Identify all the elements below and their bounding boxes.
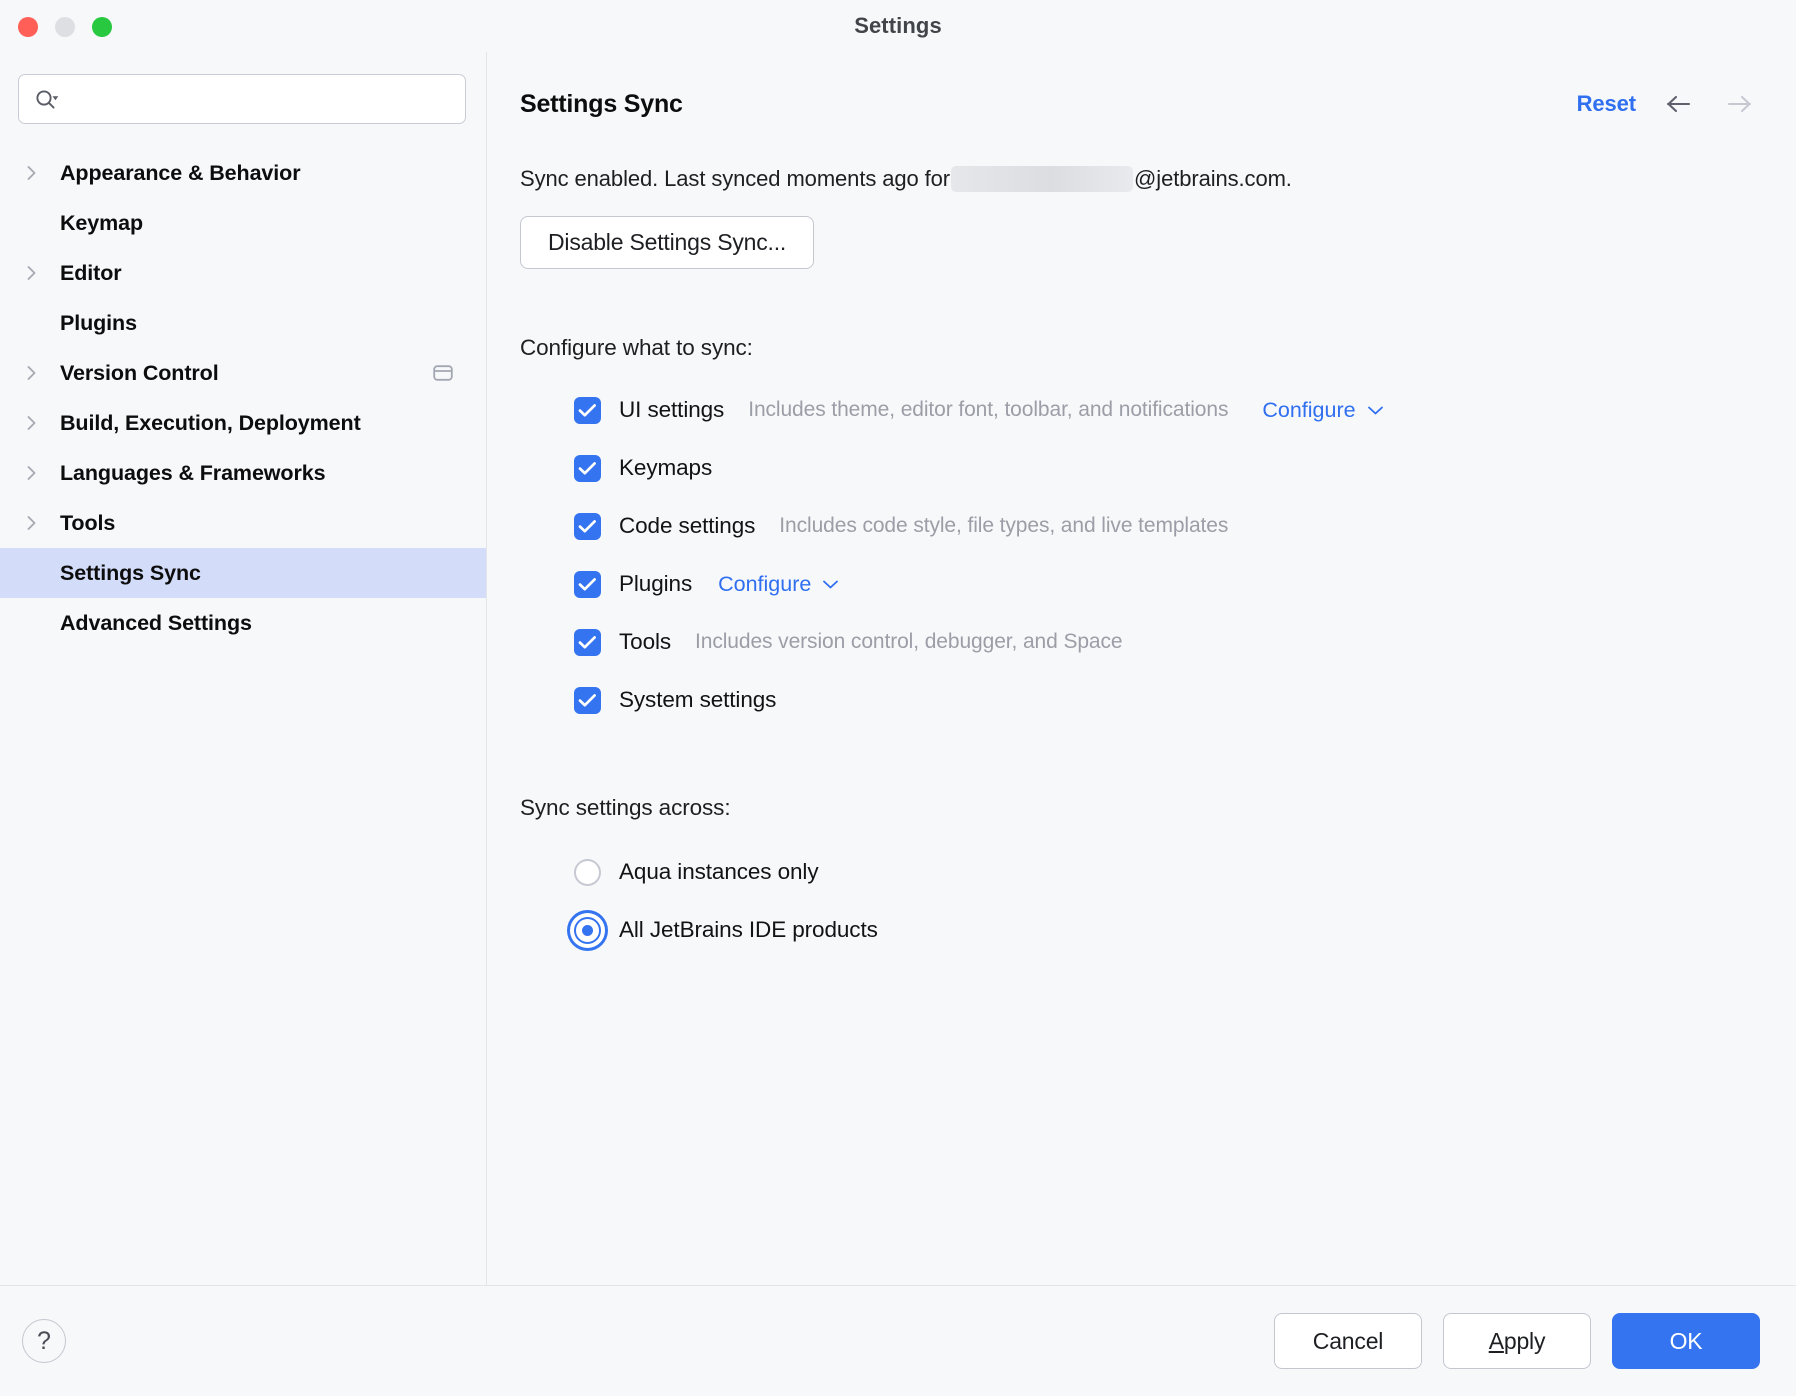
cancel-button[interactable]: Cancel — [1274, 1313, 1422, 1369]
sidebar-item-settings-sync[interactable]: Settings Sync — [0, 548, 486, 598]
back-arrow-icon[interactable] — [1662, 87, 1696, 121]
configure-link-label: Configure — [1262, 397, 1356, 422]
search-input[interactable] — [71, 75, 453, 123]
window-title: Settings — [854, 13, 942, 38]
configure-ui-settings-link[interactable]: Configure — [1262, 398, 1383, 423]
sync-item-label: Code settings — [619, 513, 756, 538]
search-box[interactable] — [18, 74, 466, 124]
reset-link[interactable]: Reset — [1577, 91, 1637, 117]
sidebar-item-appearance-behavior[interactable]: Appearance & Behavior — [0, 148, 486, 198]
settings-tree: Appearance & Behavior Keymap Editor Plug… — [0, 148, 486, 648]
sync-item-label: System settings — [619, 687, 777, 712]
radio-row-aqua-instances-only: Aqua instances only — [574, 843, 1756, 901]
radio-all-jetbrains-ide-products[interactable] — [574, 916, 601, 944]
sync-item-description: Includes code style, file types, and liv… — [779, 514, 1229, 537]
disable-settings-sync-button[interactable]: Disable Settings Sync... — [520, 216, 815, 269]
traffic-lights — [18, 17, 112, 37]
window-titlebar: Settings — [0, 0, 1796, 52]
sidebar-item-label: Keymap — [60, 210, 144, 235]
checkbox-code-settings[interactable] — [574, 512, 601, 540]
ok-button[interactable]: OK — [1612, 1313, 1760, 1369]
sync-item-plugins: Plugins Configure — [574, 555, 1756, 613]
sidebar-item-label: Tools — [60, 510, 116, 535]
forward-arrow-icon — [1722, 87, 1756, 121]
sync-item-tools: Tools Includes version control, debugger… — [574, 613, 1756, 671]
configure-link-label: Configure — [718, 571, 812, 596]
chevron-right-icon[interactable] — [26, 264, 60, 282]
maximize-button[interactable] — [92, 17, 112, 37]
help-button[interactable]: ? — [22, 1319, 66, 1363]
sync-item-label: Tools — [619, 629, 672, 654]
sidebar-item-label: Plugins — [60, 310, 137, 335]
sync-item-label: Plugins — [619, 571, 693, 596]
sync-item-ui-settings: UI settings Includes theme, editor font,… — [574, 381, 1756, 439]
sync-status-suffix: @jetbrains.com. — [1134, 166, 1292, 191]
sync-status-text: Sync enabled. Last synced moments ago fo… — [520, 166, 1756, 192]
chevron-right-icon[interactable] — [26, 464, 60, 482]
apply-button[interactable]: Apply — [1443, 1313, 1591, 1369]
settings-window: Settings Appearance & Behavior Keymap Ed… — [0, 0, 1796, 1396]
sidebar-item-version-control[interactable]: Version Control — [0, 348, 486, 398]
sidebar-item-build-execution-deployment[interactable]: Build, Execution, Deployment — [0, 398, 486, 448]
minimize-button[interactable] — [55, 17, 75, 37]
chevron-down-icon — [1367, 406, 1383, 414]
chevron-right-icon[interactable] — [26, 514, 60, 532]
redacted-account — [951, 166, 1134, 192]
search-icon — [35, 89, 61, 109]
settings-sync-panel: Settings Sync Reset Sync enabled. Last s… — [488, 52, 1796, 1285]
sidebar-item-plugins[interactable]: Plugins — [0, 298, 486, 348]
sidebar-item-label: Settings Sync — [60, 560, 201, 585]
page-title: Settings Sync — [520, 89, 683, 118]
sidebar-item-advanced-settings[interactable]: Advanced Settings — [0, 598, 486, 648]
sync-across-options: Aqua instances only All JetBrains IDE pr… — [520, 843, 1756, 959]
panel-header: Settings Sync Reset — [520, 84, 1756, 124]
sync-item-system-settings: System settings — [574, 671, 1756, 729]
search-container — [0, 52, 486, 124]
dialog-footer: ? Cancel Apply OK — [0, 1285, 1796, 1396]
configure-section-label: Configure what to sync: — [520, 335, 753, 360]
sync-items-list: UI settings Includes theme, editor font,… — [520, 381, 1756, 729]
sync-item-code-settings: Code settings Includes code style, file … — [574, 497, 1756, 555]
apply-mnemonic-letter: A — [1488, 1327, 1504, 1354]
sidebar-item-tools[interactable]: Tools — [0, 498, 486, 548]
sidebar-item-label: Version Control — [60, 360, 219, 385]
sidebar-item-languages-frameworks[interactable]: Languages & Frameworks — [0, 448, 486, 498]
radio-label: Aqua instances only — [619, 859, 819, 884]
panel-window-icon[interactable] — [432, 363, 454, 383]
radio-label: All JetBrains IDE products — [619, 917, 878, 942]
configure-plugins-link[interactable]: Configure — [718, 572, 839, 597]
radio-row-all-jetbrains-ide-products: All JetBrains IDE products — [574, 901, 1756, 959]
sidebar-item-label: Languages & Frameworks — [60, 460, 326, 485]
checkbox-system-settings[interactable] — [574, 686, 601, 714]
sync-item-keymaps: Keymaps — [574, 439, 1756, 497]
sync-status-prefix: Sync enabled. Last synced moments ago fo… — [520, 166, 951, 191]
settings-sidebar: Appearance & Behavior Keymap Editor Plug… — [0, 52, 487, 1285]
checkbox-plugins[interactable] — [574, 570, 601, 598]
apply-label-rest: pply — [1503, 1327, 1546, 1354]
sidebar-item-editor[interactable]: Editor — [0, 248, 486, 298]
sync-item-label: Keymaps — [619, 455, 713, 480]
sidebar-item-label: Editor — [60, 260, 122, 285]
checkbox-keymaps[interactable] — [574, 454, 601, 482]
sidebar-item-label: Appearance & Behavior — [60, 160, 301, 185]
sync-item-label: UI settings — [619, 397, 725, 422]
checkbox-tools[interactable] — [574, 628, 601, 656]
footer-actions: Cancel Apply OK — [1274, 1313, 1760, 1369]
close-button[interactable] — [18, 17, 38, 37]
header-actions: Reset — [1577, 87, 1756, 121]
sidebar-item-label: Advanced Settings — [60, 610, 252, 635]
sync-item-description: Includes version control, debugger, and … — [695, 630, 1123, 653]
chevron-down-icon — [823, 580, 839, 588]
sidebar-item-keymap[interactable]: Keymap — [0, 198, 486, 248]
sync-item-description: Includes theme, editor font, toolbar, an… — [748, 398, 1229, 421]
checkbox-ui-settings[interactable] — [574, 396, 601, 424]
sync-across-section-label: Sync settings across: — [520, 795, 731, 820]
radio-aqua-instances-only[interactable] — [574, 858, 601, 886]
chevron-right-icon[interactable] — [26, 164, 60, 182]
sidebar-item-label: Build, Execution, Deployment — [60, 410, 361, 435]
chevron-right-icon[interactable] — [26, 364, 60, 382]
chevron-right-icon[interactable] — [26, 414, 60, 432]
